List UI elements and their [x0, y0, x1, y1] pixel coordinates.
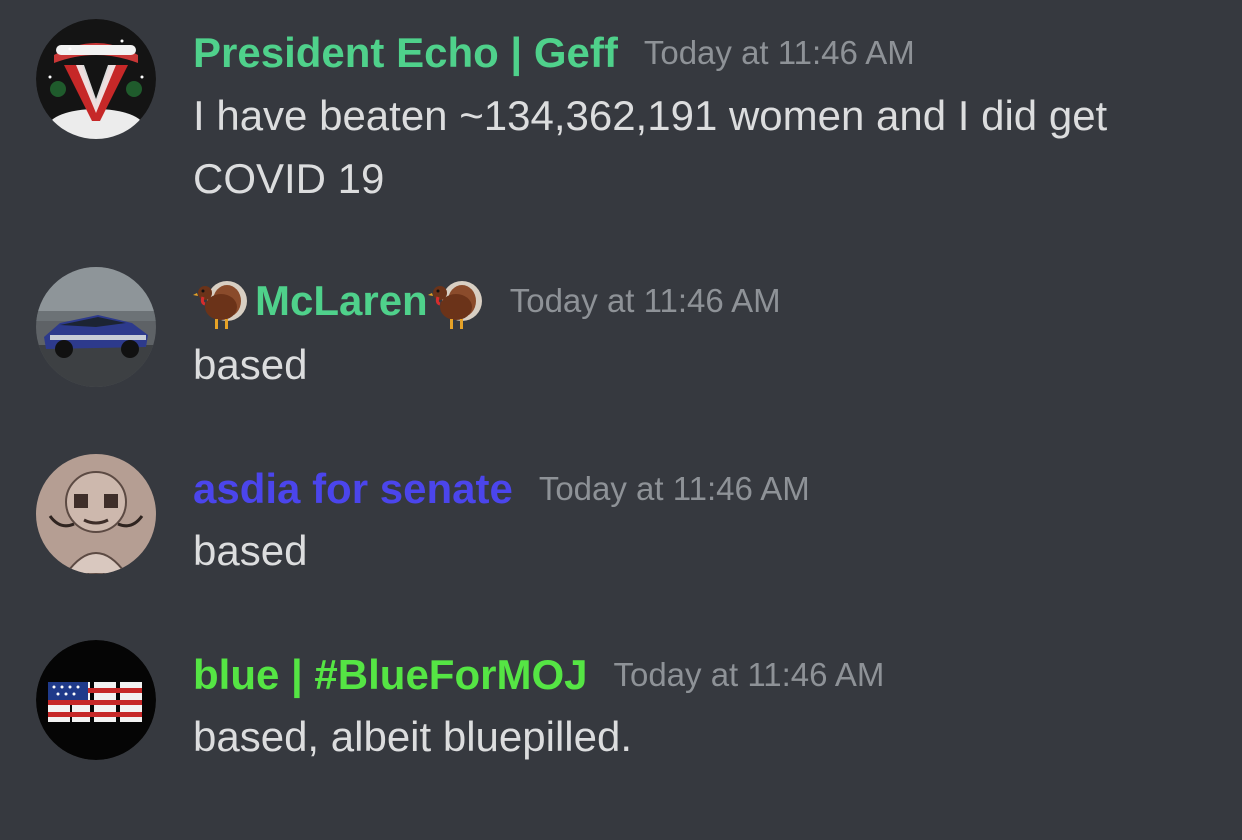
message-content: I have beaten ~134,362,191 women and I d… — [193, 92, 1108, 202]
flag-text-avatar[interactable] — [36, 640, 156, 760]
message-content: based — [193, 527, 308, 574]
author-name[interactable]: asdia for senate — [193, 465, 513, 513]
message-list: President Echo | Geff Today at 11:46 AM … — [0, 0, 1242, 840]
turkey-emoji — [427, 271, 484, 331]
race-car-avatar[interactable] — [36, 267, 156, 387]
timestamp[interactable]: Today at 11:46 AM — [644, 34, 915, 72]
timestamp[interactable]: Today at 11:46 AM — [539, 470, 810, 508]
timestamp[interactable]: Today at 11:46 AM — [613, 656, 884, 694]
message-content: based — [193, 341, 308, 388]
author-name[interactable]: McLaren — [255, 277, 428, 325]
sketch-character-avatar[interactable] — [36, 454, 156, 574]
message-header: blue | #BlueForMOJ Today at 11:46 AM — [193, 650, 884, 700]
author-name[interactable]: President Echo | Geff — [193, 29, 618, 77]
author-name[interactable]: blue | #BlueForMOJ — [193, 651, 587, 699]
turkey-emoji — [193, 271, 249, 331]
v-logo-santa-hat-avatar[interactable] — [36, 19, 156, 139]
message-header: President Echo | Geff Today at 11:46 AM — [193, 28, 915, 78]
message-header: asdia for senate Today at 11:46 AM — [193, 464, 810, 514]
message-header: McLaren Today at 11:46 AM — [193, 270, 781, 332]
message-content: based, albeit bluepilled. — [193, 713, 632, 760]
timestamp[interactable]: Today at 11:46 AM — [510, 282, 781, 320]
